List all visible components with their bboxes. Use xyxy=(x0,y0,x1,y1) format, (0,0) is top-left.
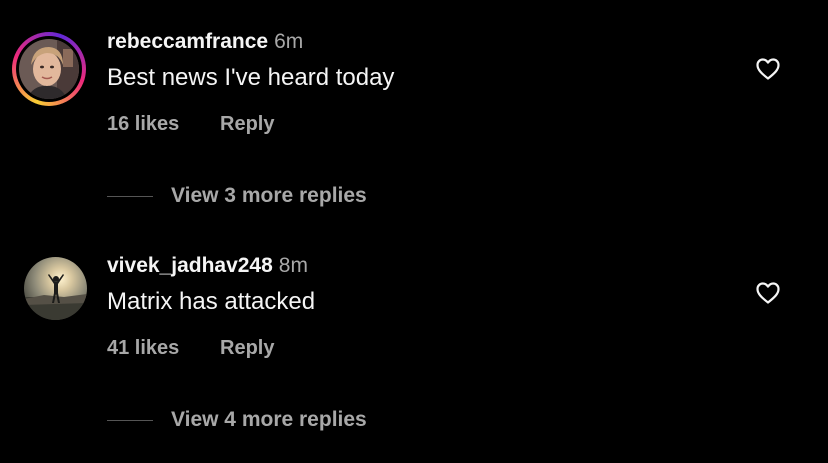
comment-meta: 41 likes Reply xyxy=(107,337,274,360)
username-text[interactable]: rebeccamfrance xyxy=(107,30,268,53)
reply-button[interactable]: Reply xyxy=(220,113,274,136)
comment-time: 8m xyxy=(278,254,308,277)
username-text[interactable]: vivek_jadhav248 xyxy=(107,254,273,277)
heart-outline-icon[interactable] xyxy=(755,57,781,81)
comment-username[interactable]: vivek_jadhav248 8m xyxy=(107,254,308,278)
likes-count[interactable]: 16 likes xyxy=(107,113,179,135)
divider-line xyxy=(107,420,153,421)
comment-item: vivek_jadhav248 8m Matrix has attacked 41… xyxy=(0,224,828,444)
heart-outline-icon[interactable] xyxy=(755,281,781,305)
view-more-replies-label[interactable]: View 3 more replies xyxy=(171,184,367,208)
reply-button[interactable]: Reply xyxy=(220,337,274,360)
comment-meta: 16 likes Reply xyxy=(107,113,274,136)
comment-text: Best news I've heard today xyxy=(107,64,395,91)
avatar[interactable] xyxy=(24,257,87,320)
comment-text: Matrix has attacked xyxy=(107,288,316,315)
avatar xyxy=(19,39,79,99)
divider-line xyxy=(107,196,153,197)
likes-count[interactable]: 41 likes xyxy=(107,337,179,359)
avatar-story-ring[interactable] xyxy=(12,32,86,106)
comment-time: 6m xyxy=(274,30,304,53)
comment-username[interactable]: rebeccamfrance 6m xyxy=(107,30,303,54)
comment-item: rebeccamfrance 6m Best news I've heard to… xyxy=(0,0,828,220)
view-more-replies-label[interactable]: View 4 more replies xyxy=(171,408,367,432)
